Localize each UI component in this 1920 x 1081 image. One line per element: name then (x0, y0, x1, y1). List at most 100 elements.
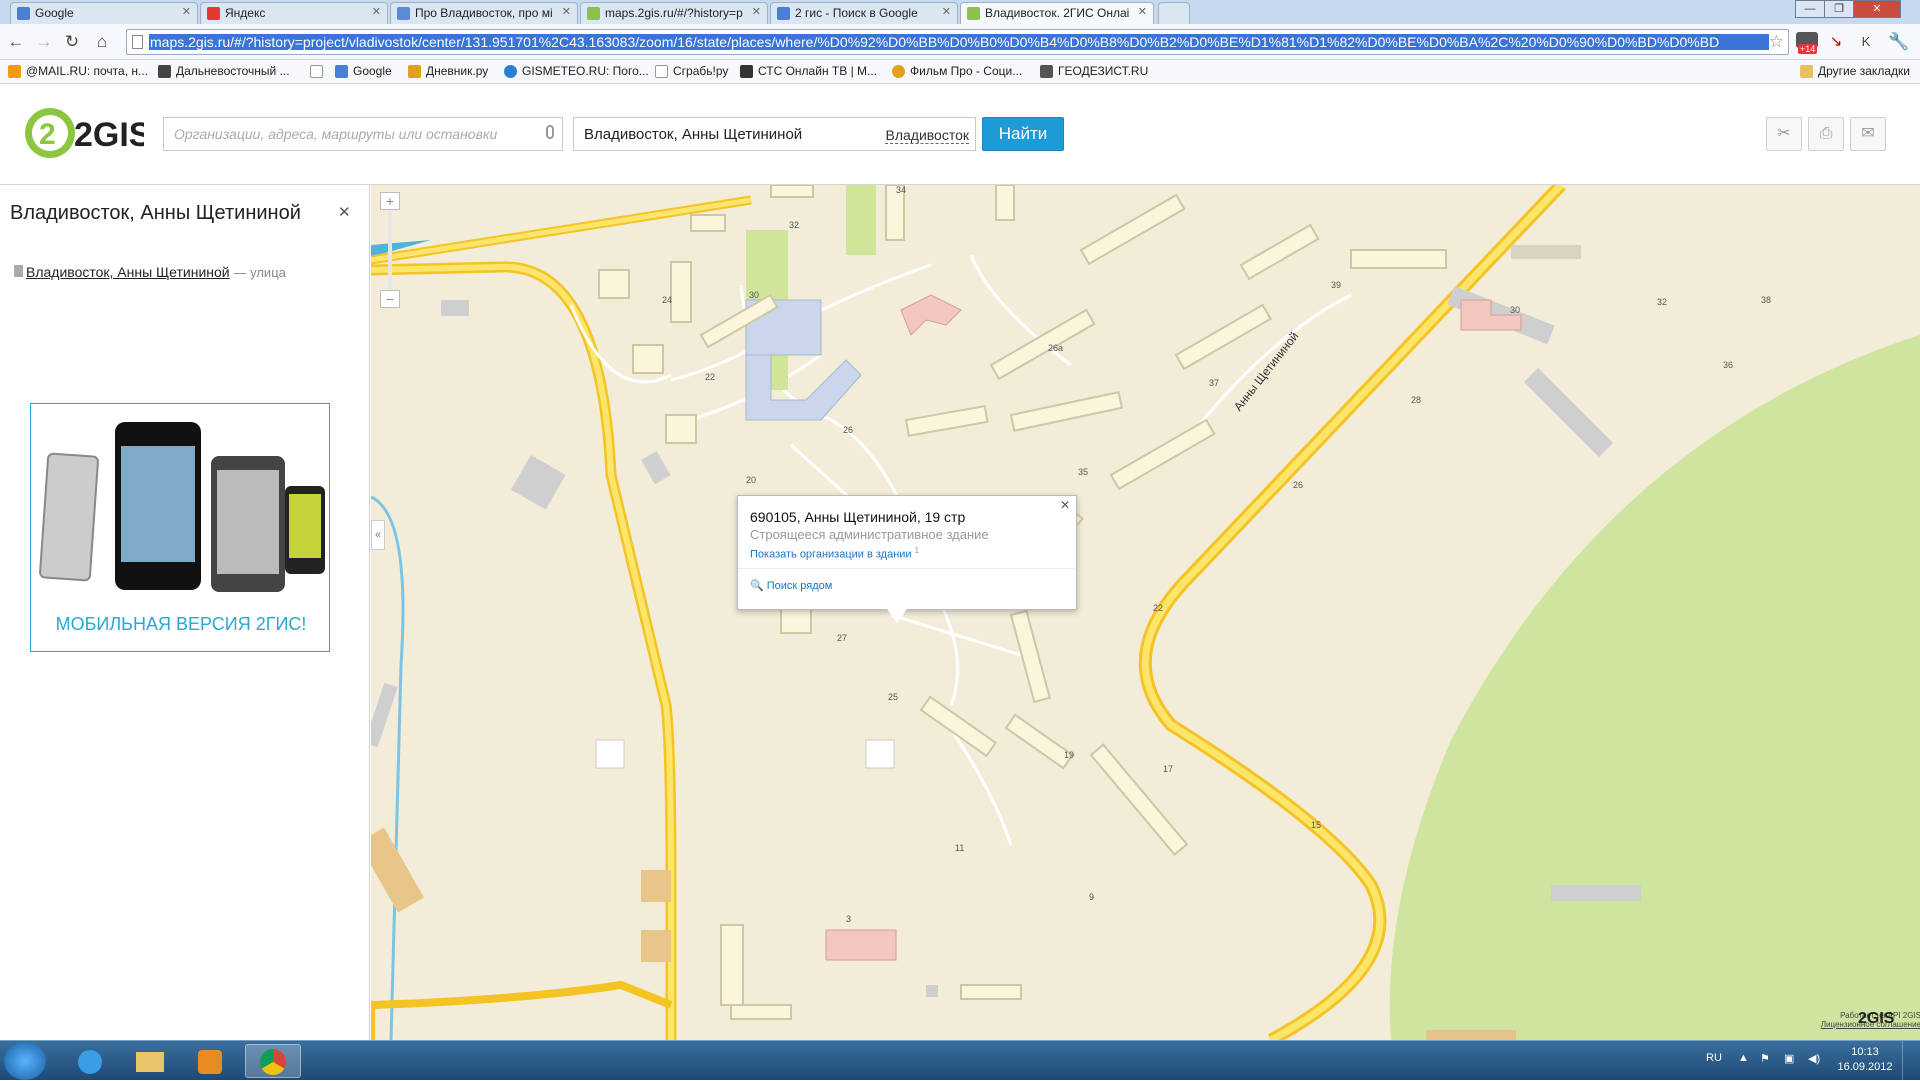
house-number: 30 (749, 290, 760, 300)
house-number: 19 (1064, 750, 1075, 760)
search-placeholder: Организации, адреса, маршруты или остано… (174, 126, 498, 142)
svg-text:2: 2 (39, 118, 56, 151)
bookmark-label: Google (353, 64, 392, 78)
house-number: 30 (1510, 305, 1521, 315)
tab-pro-vladivostok[interactable]: Про Владивосток, про мі ✕ (390, 2, 578, 24)
ie-taskbar-button[interactable] (62, 1044, 118, 1078)
chrome-taskbar-button[interactable] (245, 1044, 301, 1078)
url-text[interactable]: maps.2gis.ru/#/?history=project/vladivos… (149, 34, 1769, 50)
phone-image (211, 456, 285, 592)
bookmark-gismeteo[interactable]: GISMETEO.RU: Пого... (504, 64, 649, 78)
tab-2gis-active[interactable]: Владивосток. 2ГИС Онлаі ✕ (960, 2, 1154, 25)
zoom-in-button[interactable]: + (380, 192, 400, 210)
bookmark-label: Дальневосточный ... (176, 64, 290, 78)
tab-google-search[interactable]: 2 гис - Поиск в Google ✕ (770, 2, 958, 24)
wrench-icon[interactable]: 🔧 (1888, 32, 1909, 52)
close-window-button[interactable]: ✕ (1853, 0, 1901, 18)
sidebar: Владивосток, Анны Щетининой ✕ Владивосто… (0, 185, 370, 1040)
search-input[interactable]: Организации, адреса, маршруты или остано… (163, 117, 563, 151)
mobile-ad-banner[interactable]: МОБИЛЬНАЯ ВЕРСИЯ 2ГИС! (30, 403, 330, 652)
street-icon (14, 265, 23, 277)
house-number: 15 (1311, 820, 1322, 830)
house-number: 11 (955, 843, 965, 853)
close-tab-icon[interactable]: ✕ (372, 5, 381, 18)
home-icon[interactable]: ⌂ (92, 32, 112, 52)
orgs-link-text: Показать организации в здании (750, 548, 912, 561)
clock[interactable]: 10:13 16.09.2012 (1836, 1045, 1894, 1075)
tab-title: maps.2gis.ru/#/?history=p (605, 6, 743, 20)
start-button[interactable] (4, 1042, 46, 1080)
close-tab-icon[interactable]: ✕ (562, 5, 571, 18)
microphone-icon[interactable] (546, 125, 554, 139)
where-input[interactable]: Владивосток, Анны Щетининой Владивосток (573, 117, 976, 151)
result-type: — улица (233, 265, 286, 280)
tab-yandex[interactable]: Яндекс ✕ (200, 2, 388, 24)
collapse-sidebar-button[interactable]: « (371, 520, 385, 550)
new-tab-button[interactable] (1158, 2, 1190, 24)
bookmark-dnevnik[interactable]: Дневник.ру (408, 64, 488, 78)
reload-icon[interactable]: ↻ (62, 32, 82, 52)
other-bookmarks[interactable]: Другие закладки (1800, 64, 1910, 78)
bookmark-sgrab[interactable]: Сграбь!ру (655, 64, 728, 78)
bookmark-sts[interactable]: СТС Онлайн ТВ | М... (740, 64, 877, 78)
route-button[interactable]: ✂ (1766, 117, 1802, 151)
minimize-button[interactable]: — (1795, 0, 1825, 18)
film-icon (892, 65, 905, 78)
city-selector[interactable]: Владивосток (885, 127, 969, 144)
language-indicator[interactable]: RU (1706, 1052, 1722, 1064)
search-nearby-link[interactable]: 🔍 Поиск рядом (750, 579, 832, 592)
star-icon[interactable]: ☆ (1769, 32, 1784, 52)
page-content: 2 2GIS Организации, адреса, маршруты или… (0, 85, 1920, 1040)
house-number: 17 (1163, 764, 1174, 774)
close-tab-icon[interactable]: ✕ (752, 5, 761, 18)
tray-expand-icon[interactable]: ▲ (1738, 1052, 1749, 1064)
media-taskbar-button[interactable] (182, 1044, 238, 1078)
house-number: 22 (1153, 603, 1164, 613)
bookmark-film[interactable]: Фильм Про - Соци... (892, 64, 1022, 78)
explorer-taskbar-button[interactable] (122, 1044, 178, 1078)
find-button[interactable]: Найти (982, 117, 1064, 151)
extension-k-icon[interactable]: K (1856, 32, 1876, 52)
license-link[interactable]: Лицензионное соглашение (1771, 1020, 1920, 1029)
bookmark-label: СТС Онлайн ТВ | М... (758, 64, 878, 78)
map[interactable]: Анны Щетининой 34 32 24 30 22 20 27 25 2… (371, 185, 1920, 1040)
feedback-button[interactable]: ✉ (1850, 117, 1886, 151)
popup-close-icon[interactable]: ✕ (1060, 498, 1070, 512)
close-tab-icon[interactable]: ✕ (182, 5, 191, 18)
phone-image (285, 486, 325, 574)
flag-icon[interactable]: ⚑ (1760, 1052, 1770, 1065)
bookmark-google[interactable]: Google (335, 64, 392, 78)
network-icon[interactable]: ▣ (1784, 1052, 1794, 1065)
house-number: 27 (837, 633, 848, 643)
bookmark-dv[interactable]: Дальневосточный ... (158, 64, 290, 78)
tab-google[interactable]: Google ✕ (10, 2, 198, 24)
browser-tab-bar: Google ✕ Яндекс ✕ Про Владивосток, про м… (0, 0, 1920, 25)
bookmark-geodezist[interactable]: ГЕОДЕЗИСТ.RU (1040, 64, 1148, 78)
bookmark-mail[interactable]: @MAIL.RU: почта, н... (8, 64, 148, 78)
address-bar[interactable]: maps.2gis.ru/#/?history=project/vladivos… (126, 29, 1789, 55)
site-favicon-icon (397, 7, 410, 20)
tab-title: 2 гис - Поиск в Google (795, 6, 918, 20)
back-icon[interactable]: ← (6, 32, 26, 52)
close-tab-icon[interactable]: ✕ (942, 5, 951, 18)
show-desktop-button[interactable] (1902, 1041, 1920, 1081)
extension-arrow-icon[interactable]: ↘ (1826, 32, 1846, 52)
tv-icon (740, 65, 753, 78)
media-icon (198, 1050, 222, 1074)
map-logo: 2GIS (1858, 1010, 1895, 1027)
maximize-button[interactable]: ❐ (1824, 0, 1854, 18)
orgs-count: 1 (914, 546, 920, 555)
house-number: 20 (746, 475, 757, 485)
forward-icon[interactable]: → (34, 32, 54, 52)
volume-icon[interactable]: ◀) (1808, 1052, 1820, 1065)
zoom-control: + − (380, 192, 400, 308)
logo[interactable]: 2 2GIS (24, 106, 151, 160)
result-link[interactable]: Владивосток, Анны Щетининой (26, 264, 230, 280)
close-sidebar-icon[interactable]: ✕ (338, 203, 351, 221)
show-organizations-link[interactable]: Показать организации в здании 1 (750, 546, 919, 561)
zoom-out-button[interactable]: − (380, 290, 400, 308)
zoom-slider[interactable] (388, 211, 392, 289)
close-tab-icon[interactable]: ✕ (1138, 5, 1147, 18)
tab-maps-2gis[interactable]: maps.2gis.ru/#/?history=p ✕ (580, 2, 768, 24)
print-button[interactable]: ⎙ (1808, 117, 1844, 151)
